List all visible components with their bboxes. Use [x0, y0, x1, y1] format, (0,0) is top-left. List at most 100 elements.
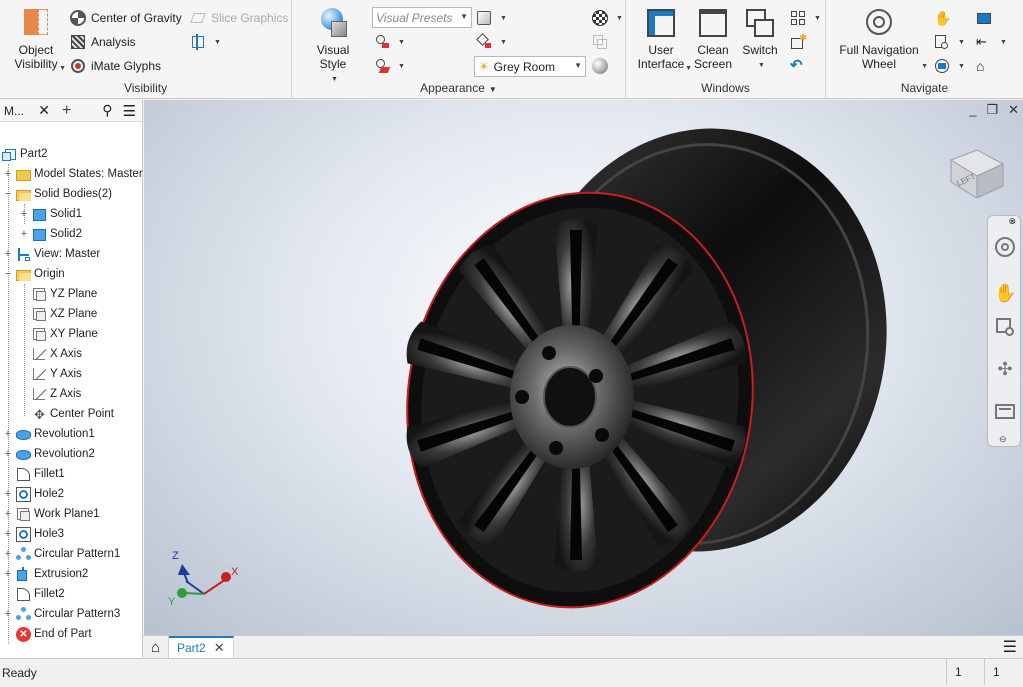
perspective-button[interactable]: ▼ [374, 56, 405, 76]
arrange-button[interactable]: ▼ [790, 8, 821, 28]
expand-icon[interactable]: + [19, 208, 29, 220]
expand-icon[interactable]: + [3, 168, 13, 180]
zoom-all-button[interactable]: ⇤ ▼ [976, 32, 1007, 52]
panel-title-appearance: Appearance ▼ [420, 81, 497, 95]
center-of-gravity-button[interactable]: Center of Gravity [70, 8, 182, 28]
lighting-style-select[interactable]: ☀ Grey Room ▼ [474, 56, 586, 77]
home-view-button[interactable]: ⌂ [976, 56, 997, 76]
tree-node-yz-plane[interactable]: YZ Plane [32, 284, 97, 304]
tree-node-y-axis[interactable]: Y Axis [32, 364, 82, 384]
clean-screen-button[interactable]: Clean Screen [690, 7, 736, 71]
tree-node-solid2[interactable]: + Solid2 [19, 224, 82, 244]
panel-visibility: Object Visibility ▼ Center of Gravity Sl… [0, 0, 292, 99]
expand-icon[interactable]: + [3, 568, 13, 580]
tree-node-revolution2[interactable]: + Revolution2 [3, 444, 95, 464]
expand-icon[interactable]: + [19, 228, 29, 240]
home-icon: ⌂ [150, 638, 161, 656]
expand-icon[interactable]: + [3, 488, 13, 500]
slice-graphics-button[interactable]: Slice Graphics [190, 8, 288, 28]
expand-icon[interactable]: + [3, 608, 13, 620]
texture-button[interactable]: ▼ [592, 8, 623, 28]
expand-icon[interactable]: + [3, 548, 13, 560]
shadows-button[interactable]: ▼ [476, 8, 507, 28]
collapse-icon[interactable]: − [3, 188, 13, 200]
tree-node-xz-plane[interactable]: XZ Plane [32, 304, 97, 324]
zoom-button[interactable]: ▼ [934, 32, 965, 52]
status-message: Ready [2, 666, 37, 680]
full-navigation-wheel-button[interactable]: Full Navigation Wheel ▼ [836, 7, 928, 71]
menu-icon[interactable]: ☰ [123, 102, 136, 120]
expand-icon[interactable]: + [3, 428, 13, 440]
tree-node-hole2[interactable]: + Hole2 [3, 484, 64, 504]
tree-node-center-point[interactable]: ✥ Center Point [32, 404, 114, 424]
close-icon[interactable]: ⊗ [1008, 216, 1016, 227]
undo-arrow-icon: ↶ [790, 57, 803, 74]
tree-node-circular-pattern3[interactable]: + Circular Pattern3 [3, 604, 120, 624]
ground-shadow-button[interactable]: ▼ [374, 32, 405, 52]
tree-node-extrusion2[interactable]: + Extrusion2 [3, 564, 88, 584]
tree-node-model-states[interactable]: + Model States: Master [3, 164, 143, 184]
pan-button[interactable]: ✋ [934, 8, 955, 28]
orbit-button[interactable] [976, 8, 997, 28]
object-visibility-button[interactable]: Object Visibility ▼ [8, 7, 66, 72]
home-tab[interactable]: ⌂ [143, 636, 169, 658]
customize-icon[interactable]: ⊖ [999, 434, 1007, 445]
wheel-model[interactable] [144, 100, 1023, 635]
viewcube[interactable]: LEFT [943, 142, 1005, 201]
tree-node-hole3[interactable]: + Hole3 [3, 524, 64, 544]
analysis-button[interactable]: Analysis [70, 32, 136, 52]
work-axis-icon [32, 387, 47, 402]
ray-tracing-button[interactable] [592, 32, 613, 52]
zoom-icon[interactable] [994, 316, 1016, 338]
tree-node-z-axis[interactable]: Z Axis [32, 384, 81, 404]
tree-node-part[interactable]: Part2 [2, 144, 48, 164]
imate-glyphs-button[interactable]: iMate Glyphs [70, 56, 161, 76]
section-view-button[interactable]: ▼ [190, 32, 221, 52]
material-ball-button[interactable] [592, 56, 613, 76]
tree-node-fillet1[interactable]: Fillet1 [16, 464, 65, 484]
tree-node-xy-plane[interactable]: XY Plane [32, 324, 98, 344]
orbit-icon[interactable]: ✣ [994, 358, 1016, 380]
steering-wheel-icon[interactable] [994, 236, 1016, 258]
free-orbit-button[interactable]: ▼ [934, 56, 965, 76]
expand-icon[interactable]: + [3, 248, 13, 260]
lug-hole [595, 428, 609, 442]
tree-node-solid1[interactable]: + Solid1 [19, 204, 82, 224]
undo-view-button[interactable]: ↶ [790, 56, 811, 76]
pan-hand-icon[interactable]: ✋ [994, 282, 1016, 304]
tree-node-view[interactable]: + View: Master [3, 244, 100, 264]
user-interface-button[interactable]: User Interface ▼ [634, 7, 692, 72]
close-icon[interactable]: ✕ [38, 102, 50, 119]
new-window-button[interactable]: ✱ [790, 32, 811, 52]
graphics-viewport[interactable]: _ ❐ ✕ LEFT ⊗ ✋ ✣ ⊖ Z X Y [144, 100, 1023, 635]
visual-style-icon [317, 7, 349, 39]
tree-node-end-of-part[interactable]: ✕ End of Part [16, 624, 92, 644]
document-tab-part2[interactable]: Part2 ✕ [169, 636, 234, 658]
browser-tab-model[interactable]: M... ✕ [0, 102, 54, 119]
reflections-button[interactable]: ▼ [476, 32, 507, 52]
tree-node-circular-pattern1[interactable]: + Circular Pattern1 [3, 544, 120, 564]
look-at-icon[interactable] [994, 400, 1016, 422]
visual-presets-select[interactable]: Visual Presets ▼ [372, 7, 472, 28]
axis-x-label: X [231, 566, 239, 578]
tree-node-fillet2[interactable]: Fillet2 [16, 584, 65, 604]
extrude-icon [16, 566, 31, 582]
visual-style-button[interactable]: Visual Style ▼ [302, 7, 364, 87]
panel-windows: User Interface ▼ Clean Screen Switch ▼ ▼… [626, 0, 826, 99]
tree-node-solid-bodies[interactable]: − Solid Bodies(2) [3, 184, 112, 204]
expand-icon[interactable]: + [3, 508, 13, 520]
menu-icon[interactable]: ☰ [1003, 637, 1017, 657]
tree-node-x-axis[interactable]: X Axis [32, 344, 82, 364]
tree-node-origin[interactable]: − Origin [3, 264, 65, 284]
slice-graphics-icon [190, 10, 206, 26]
tree-node-work-plane1[interactable]: + Work Plane1 [3, 504, 100, 524]
expand-icon[interactable]: + [3, 448, 13, 460]
panel-navigate: Full Navigation Wheel ▼ ✋ ▼ ⇤ ▼ ▼ ⌂ Navi… [826, 0, 1023, 99]
search-icon[interactable]: ⚲ [102, 102, 112, 119]
tree-node-revolution1[interactable]: + Revolution1 [3, 424, 95, 444]
collapse-icon[interactable]: − [3, 268, 13, 280]
switch-button[interactable]: Switch ▼ [738, 7, 782, 73]
close-icon[interactable]: ✕ [214, 640, 225, 656]
expand-icon[interactable]: + [3, 528, 13, 540]
add-tab-icon[interactable]: + [62, 102, 71, 120]
